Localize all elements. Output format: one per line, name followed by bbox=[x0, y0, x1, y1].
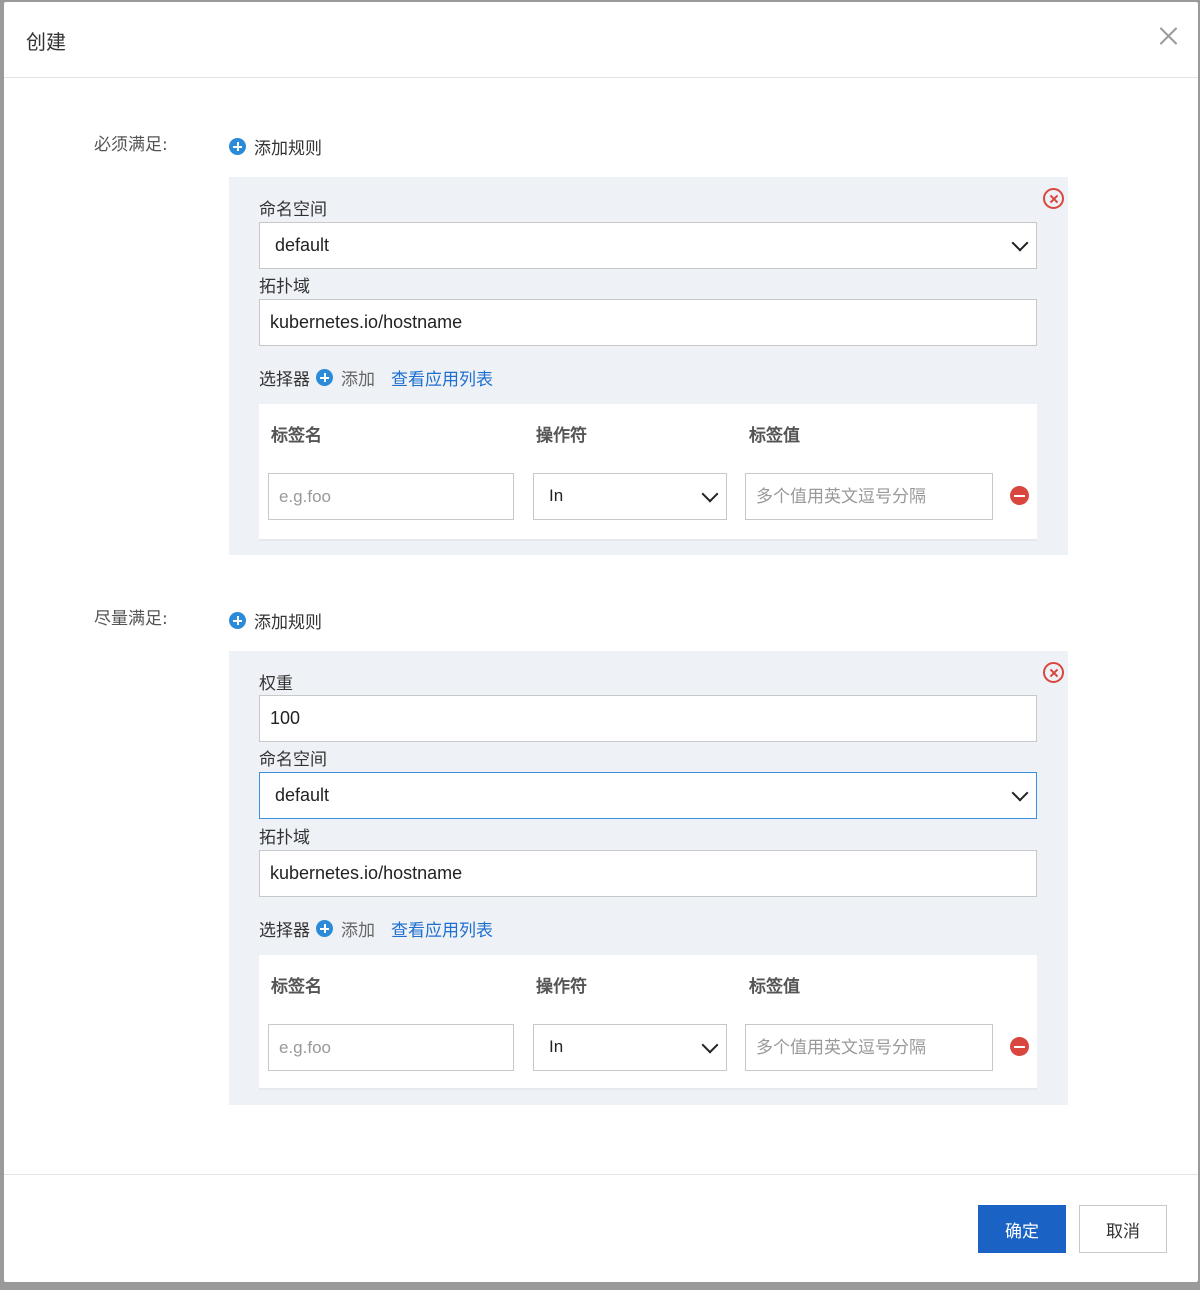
add-rule-label: 添加规则 bbox=[254, 139, 322, 159]
chevron-down-icon bbox=[701, 485, 719, 503]
weight-input[interactable] bbox=[259, 695, 1037, 742]
label-key-input[interactable] bbox=[268, 1024, 514, 1071]
weight-label: 权重 bbox=[259, 674, 293, 694]
view-apps-link[interactable]: 查看应用列表 bbox=[391, 916, 493, 941]
plus-circle-icon bbox=[229, 138, 246, 155]
selector-table: 标签名 操作符 标签值 In bbox=[259, 955, 1037, 1090]
plus-circle-icon bbox=[316, 369, 333, 386]
add-rule-label: 添加规则 bbox=[254, 613, 322, 633]
operator-value: In bbox=[549, 486, 564, 505]
namespace-select[interactable]: default bbox=[259, 772, 1037, 819]
topology-input[interactable] bbox=[259, 299, 1037, 346]
dialog-footer: 确定 取消 bbox=[4, 1174, 1198, 1282]
preferred-add-rule-button[interactable]: 添加规则 bbox=[229, 608, 322, 633]
create-dialog: 创建 必须满足: 添加规则 命名空间 default 拓扑域 选择器 添加 查看… bbox=[4, 2, 1198, 1282]
chevron-down-icon bbox=[1011, 234, 1029, 252]
selector-add-button[interactable]: 添加 bbox=[316, 916, 375, 941]
operator-select[interactable]: In bbox=[533, 1024, 727, 1071]
dialog-header: 创建 bbox=[4, 2, 1198, 78]
label-value-input[interactable] bbox=[745, 1024, 993, 1071]
label-key-input[interactable] bbox=[268, 473, 514, 520]
selector-label: 选择器 bbox=[259, 921, 310, 941]
cancel-button[interactable]: 取消 bbox=[1079, 1205, 1167, 1253]
selector-label: 选择器 bbox=[259, 370, 310, 390]
column-header-operator: 操作符 bbox=[536, 426, 587, 446]
namespace-value: default bbox=[275, 235, 330, 255]
namespace-label: 命名空间 bbox=[259, 750, 327, 770]
selector-add-label: 添加 bbox=[341, 370, 375, 390]
selector-table: 标签名 操作符 标签值 In bbox=[259, 404, 1037, 541]
label-value-input[interactable] bbox=[745, 473, 993, 520]
remove-rule-icon[interactable] bbox=[1043, 188, 1064, 209]
required-rule-card: 命名空间 default 拓扑域 选择器 添加 查看应用列表 标签名 操作符 标… bbox=[229, 177, 1068, 555]
column-header-label-value: 标签值 bbox=[749, 426, 800, 446]
namespace-select[interactable]: default bbox=[259, 222, 1037, 269]
required-add-rule-button[interactable]: 添加规则 bbox=[229, 134, 322, 159]
remove-row-icon[interactable] bbox=[1010, 486, 1029, 505]
operator-select[interactable]: In bbox=[533, 473, 727, 520]
topology-input[interactable] bbox=[259, 850, 1037, 897]
selector-row: 选择器 添加 查看应用列表 bbox=[259, 916, 493, 941]
selector-add-label: 添加 bbox=[341, 921, 375, 941]
topology-label: 拓扑域 bbox=[259, 277, 310, 297]
remove-row-icon[interactable] bbox=[1010, 1037, 1029, 1056]
selector-row: 选择器 添加 查看应用列表 bbox=[259, 365, 493, 390]
plus-circle-icon bbox=[316, 920, 333, 937]
plus-circle-icon bbox=[229, 612, 246, 629]
column-header-operator: 操作符 bbox=[536, 977, 587, 997]
column-header-label-name: 标签名 bbox=[271, 977, 322, 997]
namespace-value: default bbox=[275, 785, 330, 805]
preferred-label: 尽量满足: bbox=[94, 609, 168, 629]
namespace-label: 命名空间 bbox=[259, 200, 327, 220]
column-header-label-value: 标签值 bbox=[749, 977, 800, 997]
required-label: 必须满足: bbox=[94, 135, 168, 155]
selector-add-button[interactable]: 添加 bbox=[316, 365, 375, 390]
chevron-down-icon bbox=[1011, 784, 1029, 802]
dialog-title: 创建 bbox=[26, 30, 66, 54]
close-icon[interactable] bbox=[1152, 20, 1184, 52]
chevron-down-icon bbox=[701, 1036, 719, 1054]
preferred-rule-card: 权重 命名空间 default 拓扑域 选择器 添加 查看应用列表 标签名 操作… bbox=[229, 651, 1068, 1105]
operator-value: In bbox=[549, 1037, 564, 1056]
view-apps-link[interactable]: 查看应用列表 bbox=[391, 365, 493, 390]
confirm-button[interactable]: 确定 bbox=[978, 1205, 1066, 1253]
topology-label: 拓扑域 bbox=[259, 828, 310, 848]
column-header-label-name: 标签名 bbox=[271, 426, 322, 446]
remove-rule-icon[interactable] bbox=[1043, 662, 1064, 683]
